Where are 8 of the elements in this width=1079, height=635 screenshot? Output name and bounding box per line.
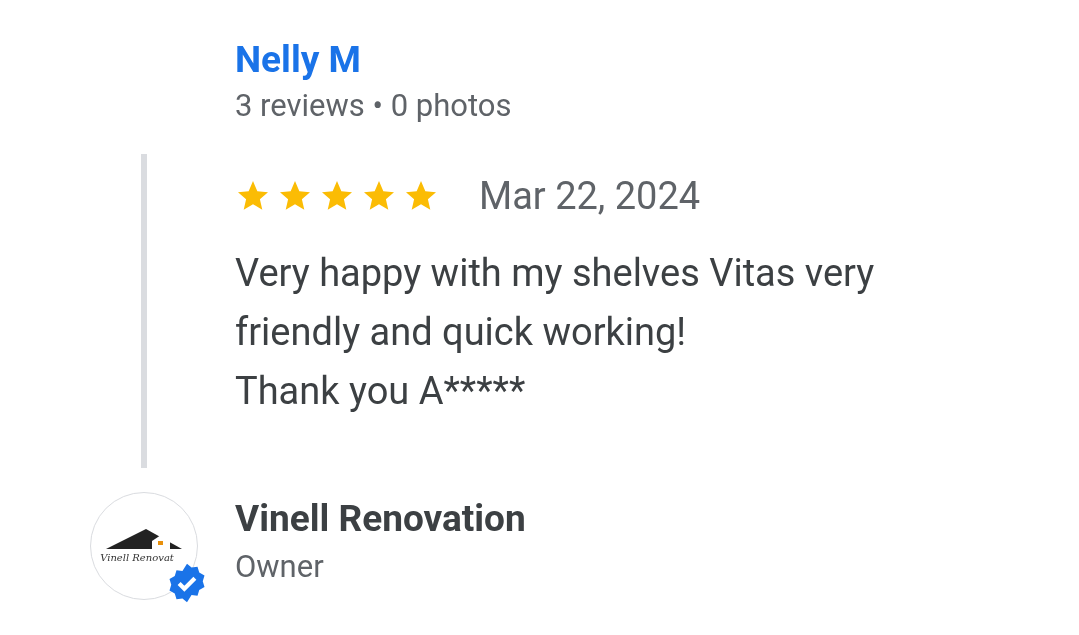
review-date: Mar 22, 2024	[479, 173, 701, 220]
logo-text: Vinell Renovat	[100, 551, 175, 565]
review-text: Very happy with my shelves Vitas very friendly and quick working! Thank you A*****	[235, 250, 875, 415]
reviewer-name[interactable]: Nelly M	[235, 36, 361, 84]
owner-name: Vinell Renovation	[235, 496, 526, 542]
owner-role: Owner	[235, 547, 324, 587]
reviewer-stats: 3 reviews • 0 photos	[235, 86, 512, 126]
house-icon	[106, 527, 182, 551]
